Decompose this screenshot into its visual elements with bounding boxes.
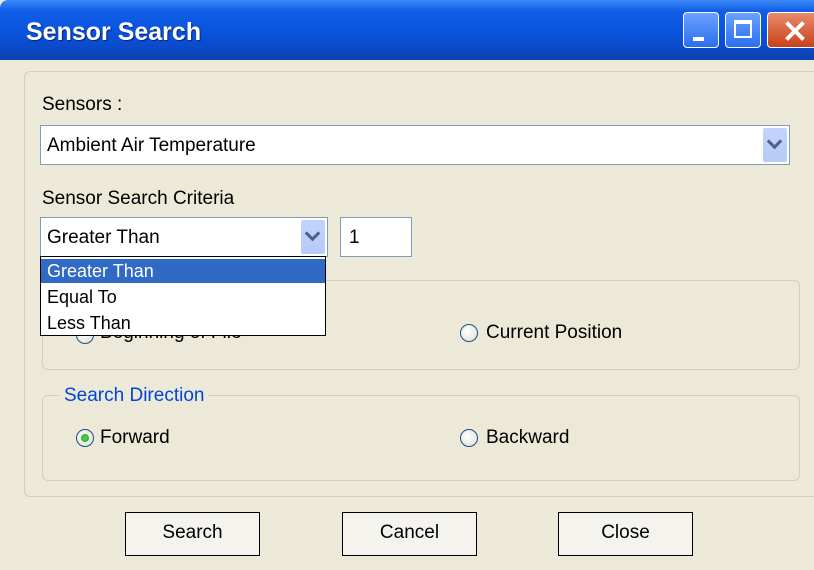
chevron-down-icon[interactable]: [763, 128, 787, 162]
backward-radio[interactable]: [460, 429, 478, 447]
criteria-dropdown[interactable]: Greater Than: [40, 217, 328, 257]
close-window-button[interactable]: [767, 12, 814, 48]
criteria-option-less-than[interactable]: Less Than: [41, 311, 325, 335]
criteria-value-text: 1: [349, 227, 360, 248]
criteria-option-equal-to[interactable]: Equal To: [41, 285, 325, 309]
current-position-label: Current Position: [486, 322, 623, 343]
search-direction-legend: Search Direction: [60, 385, 209, 407]
criteria-options-list: Greater Than Equal To Less Than: [40, 256, 326, 336]
criteria-label: Sensor Search Criteria: [42, 188, 235, 209]
sensors-label: Sensors :: [42, 94, 123, 115]
sensors-dropdown[interactable]: Ambient Air Temperature: [40, 125, 790, 165]
radio-checked-icon: [81, 434, 89, 442]
close-button[interactable]: Close: [558, 512, 693, 556]
chevron-down-icon[interactable]: [301, 220, 325, 254]
forward-radio[interactable]: [76, 429, 94, 447]
current-position-radio[interactable]: [460, 324, 478, 342]
search-button[interactable]: Search: [125, 512, 260, 556]
sensor-search-dialog: Sensor Search Sensors : Ambient Air Temp…: [0, 0, 814, 570]
minimize-button[interactable]: [683, 12, 719, 48]
window-title: Sensor Search: [26, 18, 202, 46]
title-bar[interactable]: Sensor Search: [0, 0, 814, 60]
criteria-selected-value: Greater Than: [47, 227, 160, 248]
maximize-button[interactable]: [725, 12, 761, 48]
backward-label: Backward: [486, 427, 570, 448]
criteria-value-input[interactable]: 1: [340, 217, 412, 257]
sensors-selected-value: Ambient Air Temperature: [47, 135, 256, 156]
forward-label: Forward: [100, 427, 170, 448]
criteria-option-greater-than[interactable]: Greater Than: [41, 259, 325, 283]
cancel-button[interactable]: Cancel: [342, 512, 477, 556]
